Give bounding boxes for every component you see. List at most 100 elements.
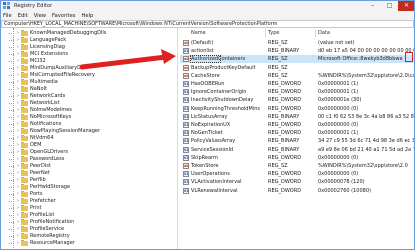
maximize-button[interactable]: □ xyxy=(381,0,398,11)
address-bar[interactable]: Computer\HKEY_LOCAL_MACHINE\SOFTWARE\Mic… xyxy=(1,20,414,28)
value-row[interactable]: 01 NoExpirationUX REG_DWORD 0x00000000 (0) xyxy=(180,121,415,129)
value-data: 0x00000000 (0) xyxy=(318,154,359,161)
column-header-name[interactable]: Name xyxy=(191,30,206,37)
value-type: REG_SZ xyxy=(268,72,288,79)
string-value-icon: ab xyxy=(183,56,189,63)
menu-favorites[interactable]: Favorites xyxy=(52,13,75,19)
value-data: 0x00000001 (1) xyxy=(318,81,359,87)
value-data: d0 eb 17 a5 04 00 00 00 00 00 00 00 00 0… xyxy=(318,48,414,55)
value-row[interactable]: ab TokenStore REG_SZ %WINDIR%\System32\spp\… xyxy=(180,162,415,170)
value-name: AuthorizedContainers xyxy=(191,56,246,63)
folder-icon xyxy=(21,183,28,190)
folder-icon xyxy=(21,50,28,57)
window-controls: – □ ✕ xyxy=(364,0,415,11)
value-name: CacheStore xyxy=(191,72,220,79)
value-row[interactable]: 01 KeepRunningThresholdMins REG_DWORD 0x000… xyxy=(180,105,415,113)
column-header-data[interactable]: Data xyxy=(318,30,330,37)
value-data: 00 c1 f0 62 53 8e 3c 4a b8 86 a3 52 8d d… xyxy=(318,113,414,120)
folder-icon xyxy=(21,92,28,99)
value-row[interactable]: ab (Default) REG_SZ (value not set) xyxy=(180,39,415,47)
binary-value-icon: 01 xyxy=(183,130,189,137)
tree-connector xyxy=(9,95,14,97)
value-data: 0x00000078 (120) xyxy=(318,179,365,186)
value-name: actionlist xyxy=(191,48,214,55)
value-row[interactable]: 01 VLActivationInterval REG_DWORD 0x0000007… xyxy=(180,178,415,186)
tree-connector xyxy=(9,67,14,69)
folder-icon xyxy=(21,99,28,106)
value-data: 0x00000000 (0) xyxy=(318,105,359,112)
value-row[interactable]: 01 LicStatusArray REG_BINARY 00 c1 f0 62 53… xyxy=(180,113,415,121)
binary-value-icon: 01 xyxy=(183,138,189,145)
tree-item[interactable]: › ResourceManager xyxy=(9,239,169,247)
value-row[interactable]: ab AuthorizedContainers REG_SZ Microsoft Of… xyxy=(180,55,415,64)
folder-icon xyxy=(21,204,28,211)
value-data: Microsoft Office::8wekyb3d8bbwe xyxy=(318,56,403,63)
menu-help[interactable]: Help xyxy=(81,13,93,19)
value-row[interactable]: ab CacheStore REG_SZ %WINDIR%\System32\spp\… xyxy=(180,72,415,80)
tree-connector xyxy=(9,193,14,195)
value-type: REG_DWORD xyxy=(268,179,302,186)
minimize-button[interactable]: – xyxy=(364,0,381,11)
value-row[interactable]: 01 NoGenTicket REG_DWORD 0x00000001 (1) xyxy=(180,129,415,137)
folder-icon xyxy=(21,64,28,71)
string-value-icon: ab xyxy=(183,163,189,169)
string-value-icon: ab xyxy=(183,40,189,46)
value-row[interactable]: 01 InactivityShutdownDelay REG_DWORD 0x0000… xyxy=(180,96,415,104)
value-row[interactable]: 01 ServiceSessionId REG_BINARY a9 e9 8e 06 … xyxy=(180,146,415,154)
value-data: a9 e9 8e 06 bd 21 40 a1 71 5d ad 2a 7b 7… xyxy=(318,146,414,153)
annotation-highlight-box xyxy=(405,52,413,62)
tree-connector xyxy=(9,186,14,188)
tree-connector xyxy=(9,81,14,83)
column-header-type[interactable]: Type xyxy=(268,30,279,37)
menu-view[interactable]: View xyxy=(34,13,46,19)
registry-editor-icon xyxy=(3,2,11,9)
folder-icon xyxy=(21,29,28,36)
value-data: 0x00000001 (1) xyxy=(318,89,359,96)
value-type: REG_DWORD xyxy=(268,89,302,96)
address-path[interactable]: Computer\HKEY_LOCAL_MACHINE\SOFTWARE\Mic… xyxy=(4,21,277,27)
folder-icon xyxy=(21,141,28,148)
value-row[interactable]: 01 HasOOBERun REG_DWORD 0x00000001 (1) xyxy=(180,80,415,88)
column-separator[interactable] xyxy=(315,29,316,37)
menu-edit[interactable]: Edit xyxy=(18,13,28,19)
value-name: BackupProductKeyDefault xyxy=(191,64,256,71)
value-type: REG_DWORD xyxy=(268,122,302,128)
close-button[interactable]: ✕ xyxy=(398,0,415,11)
value-row[interactable]: 01 VLRenewalInterval REG_DWORD 0x00002760 (… xyxy=(180,187,415,195)
value-type: REG_DWORD xyxy=(268,97,302,104)
folder-icon xyxy=(21,120,28,127)
menu-bar: File Edit View Favorites Help xyxy=(0,11,415,20)
tree-connector xyxy=(9,74,14,76)
tree-connector xyxy=(9,158,14,160)
value-row[interactable]: ab BackupProductKeyDefault REG_SZ xyxy=(180,64,415,72)
value-row[interactable]: 01 IgnoreContainerOrigin REG_DWORD 0x000000… xyxy=(180,88,415,96)
value-row[interactable]: 01 actionlist REG_BINARY d0 eb 17 a5 04 00 … xyxy=(180,47,415,55)
folder-icon xyxy=(21,218,28,225)
value-type: REG_SZ xyxy=(268,40,288,46)
value-name: VLRenewalInterval xyxy=(191,187,238,194)
binary-value-icon: 01 xyxy=(183,48,189,55)
folder-icon xyxy=(21,232,28,239)
value-row[interactable]: 01 UserOperations REG_DWORD 0x00000000 (0) xyxy=(180,170,415,178)
value-data: 34 27 c9 55 3d 6c 71 4d 98 3e d6 ec 3f 1… xyxy=(318,138,414,145)
menu-file[interactable]: File xyxy=(3,13,12,19)
value-type: REG_BINARY xyxy=(268,146,300,153)
value-type: REG_DWORD xyxy=(268,130,302,137)
values-list[interactable]: Name Type Data ab (Default) REG_SZ (value n… xyxy=(180,28,415,250)
binary-value-icon: 01 xyxy=(183,179,189,186)
value-name: TokenStore xyxy=(191,163,219,169)
binary-value-icon: 01 xyxy=(183,113,189,120)
value-type: REG_SZ xyxy=(268,64,288,71)
tree-connector xyxy=(9,109,14,111)
tree-connector xyxy=(9,130,14,132)
value-row[interactable]: 01 SkipRearm REG_DWORD 0x00000000 (0) xyxy=(180,154,415,162)
value-name: LicStatusArray xyxy=(191,113,228,120)
value-type: REG_DWORD xyxy=(268,81,302,87)
value-type: REG_BINARY xyxy=(268,48,300,55)
value-row[interactable]: 01 PolicyValuesArray REG_BINARY 34 27 c9 55… xyxy=(180,137,415,145)
tree-connector xyxy=(9,165,14,167)
column-separator[interactable] xyxy=(265,29,266,37)
registry-key-tree[interactable]: › KnownManagedDebuggingDlls › LanguagePack ›… xyxy=(0,28,178,250)
tree-connector xyxy=(9,144,14,146)
binary-value-icon: 01 xyxy=(183,105,189,112)
